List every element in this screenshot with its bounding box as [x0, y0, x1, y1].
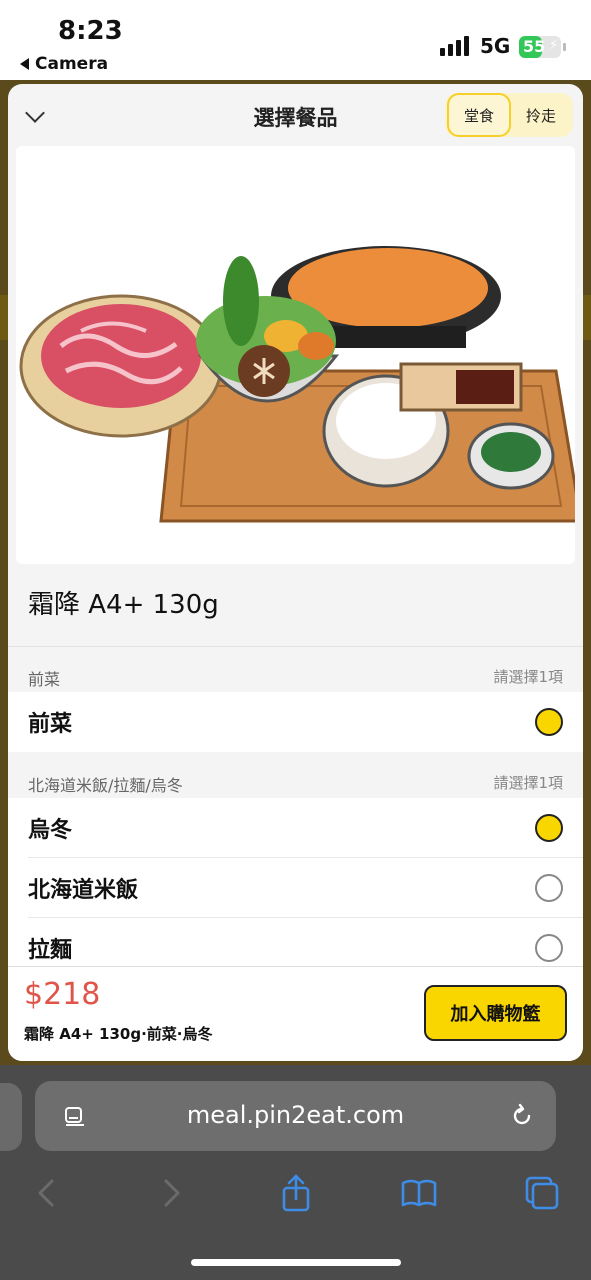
- divider: [8, 646, 583, 647]
- share-icon[interactable]: [276, 1173, 316, 1213]
- radio-unselected[interactable]: [535, 934, 563, 962]
- sliced-beef: [41, 304, 201, 408]
- battery-cap: [563, 43, 566, 51]
- selection-summary: 霜降 A4+ 130g·前菜·烏冬: [24, 1025, 213, 1043]
- battery-icon: 55 ⚡: [519, 36, 561, 58]
- group-requirement-appetizer: 請選擇1項: [493, 668, 563, 686]
- radio-unselected[interactable]: [535, 874, 563, 902]
- group-title-appetizer: 前菜: [28, 670, 61, 689]
- option-label: 烏冬: [28, 818, 73, 843]
- order-summary-bar: $218 霜降 A4+ 130g·前菜·烏冬 加入購物籃: [8, 966, 583, 1061]
- url-text[interactable]: meal.pin2eat.com: [35, 1101, 556, 1129]
- forward-chevron-icon[interactable]: [152, 1173, 192, 1213]
- radio-selected[interactable]: [535, 814, 563, 842]
- item-name: 霜降 A4+ 130g: [28, 590, 219, 620]
- option-row-udon[interactable]: 烏冬: [8, 798, 583, 858]
- meal-selection-sheet: 選擇餐品 堂食 拎走 霜降 A4+ 130g 前菜 請選擇1項 前菜 北海道米飯…: [8, 84, 583, 1061]
- total-price: $218: [24, 977, 101, 1012]
- charging-bolt-icon: ⚡: [549, 38, 559, 53]
- radio-selected[interactable]: [535, 708, 563, 736]
- group-title-carb: 北海道米飯/拉麵/烏冬: [28, 776, 183, 795]
- group-requirement-carb: 請選擇1項: [493, 774, 563, 792]
- network-type: 5G: [480, 34, 511, 58]
- meal-image: [16, 146, 575, 564]
- option-label: 北海道米飯: [28, 878, 139, 903]
- back-app-label: Camera: [35, 54, 109, 74]
- tabs-icon[interactable]: [522, 1173, 562, 1213]
- reload-icon[interactable]: [509, 1103, 535, 1129]
- previous-tab-peek[interactable]: [0, 1083, 22, 1151]
- cellular-signal-icon: [440, 36, 469, 56]
- option-row-appetizer[interactable]: 前菜: [8, 692, 583, 752]
- bookmarks-icon[interactable]: [399, 1173, 439, 1213]
- battery-percent: 55: [523, 37, 546, 56]
- dine-in-button[interactable]: 堂食: [447, 93, 511, 137]
- back-arrow-icon: [20, 58, 29, 70]
- sheet-header: 選擇餐品 堂食 拎走: [8, 84, 583, 146]
- option-row-hokkaido-rice[interactable]: 北海道米飯: [8, 858, 583, 918]
- status-time: 8:23: [58, 16, 123, 46]
- option-label: 拉麵: [28, 938, 73, 963]
- hotpot-meal-set-image: [19, 246, 575, 523]
- browser-toolbar: meal.pin2eat.com: [0, 1065, 591, 1280]
- back-to-app-link[interactable]: Camera: [20, 54, 108, 74]
- home-indicator: [191, 1259, 401, 1266]
- address-bar[interactable]: meal.pin2eat.com: [35, 1081, 556, 1151]
- option-label: 前菜: [28, 712, 73, 737]
- back-chevron-icon[interactable]: [26, 1173, 66, 1213]
- takeaway-button[interactable]: 拎走: [509, 93, 573, 137]
- add-to-cart-button[interactable]: 加入購物籃: [424, 985, 567, 1041]
- dining-mode-toggle: 堂食 拎走: [445, 93, 573, 137]
- status-bar: 8:23 Camera 5G 55 ⚡: [0, 0, 591, 80]
